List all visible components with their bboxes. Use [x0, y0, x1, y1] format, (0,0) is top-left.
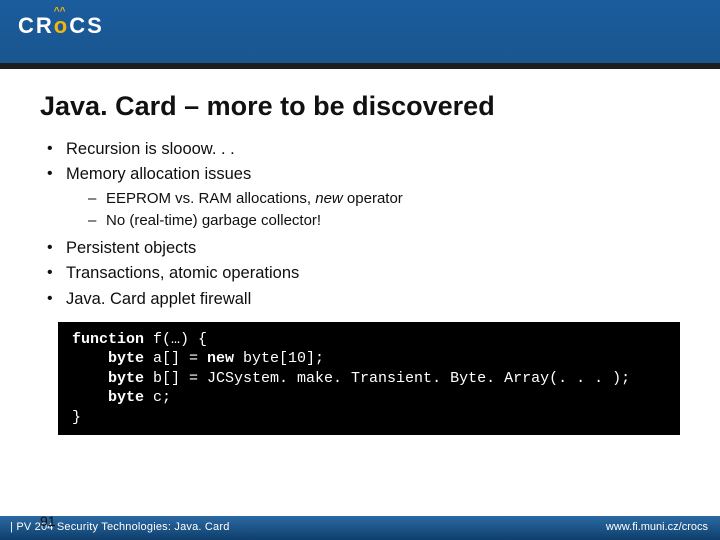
- logo-carets: ^^: [54, 6, 66, 17]
- code-line: byte b[] = JCSystem. make. Transient. By…: [72, 369, 666, 389]
- logo-part-o: ^^o: [54, 13, 69, 39]
- logo-part-cr: CR: [18, 13, 54, 38]
- code-line: }: [72, 408, 666, 428]
- logo-part-cs: CS: [69, 13, 104, 38]
- bullet-item: Transactions, atomic operations: [44, 262, 720, 284]
- page-number: 91: [40, 513, 56, 529]
- bullet-item: Java. Card applet firewall: [44, 288, 720, 310]
- code-line: function f(…) {: [72, 330, 666, 350]
- crocs-logo: CR^^oCS: [18, 13, 104, 39]
- dark-strip: [0, 63, 720, 69]
- bullet-item: Memory allocation issues EEPROM vs. RAM …: [44, 163, 720, 231]
- footer-right: www.fi.muni.cz/crocs: [606, 521, 708, 533]
- header-band: CR^^oCS: [0, 0, 720, 63]
- sub-bullet-item: EEPROM vs. RAM allocations, new operator: [86, 189, 720, 209]
- footer-band: | PV 204 Security Technologies: Java. Ca…: [0, 516, 720, 540]
- bullet-list: Recursion is slooow. . . Memory allocati…: [44, 138, 720, 310]
- code-line: byte a[] = new byte[10];: [72, 349, 666, 369]
- sub-bullet-item: No (real-time) garbage collector!: [86, 211, 720, 231]
- bullet-item: Persistent objects: [44, 237, 720, 259]
- code-block: function f(…) { byte a[] = new byte[10];…: [58, 322, 680, 436]
- slide-title: Java. Card – more to be discovered: [40, 91, 720, 122]
- bullet-item: Recursion is slooow. . .: [44, 138, 720, 160]
- code-line: byte c;: [72, 388, 666, 408]
